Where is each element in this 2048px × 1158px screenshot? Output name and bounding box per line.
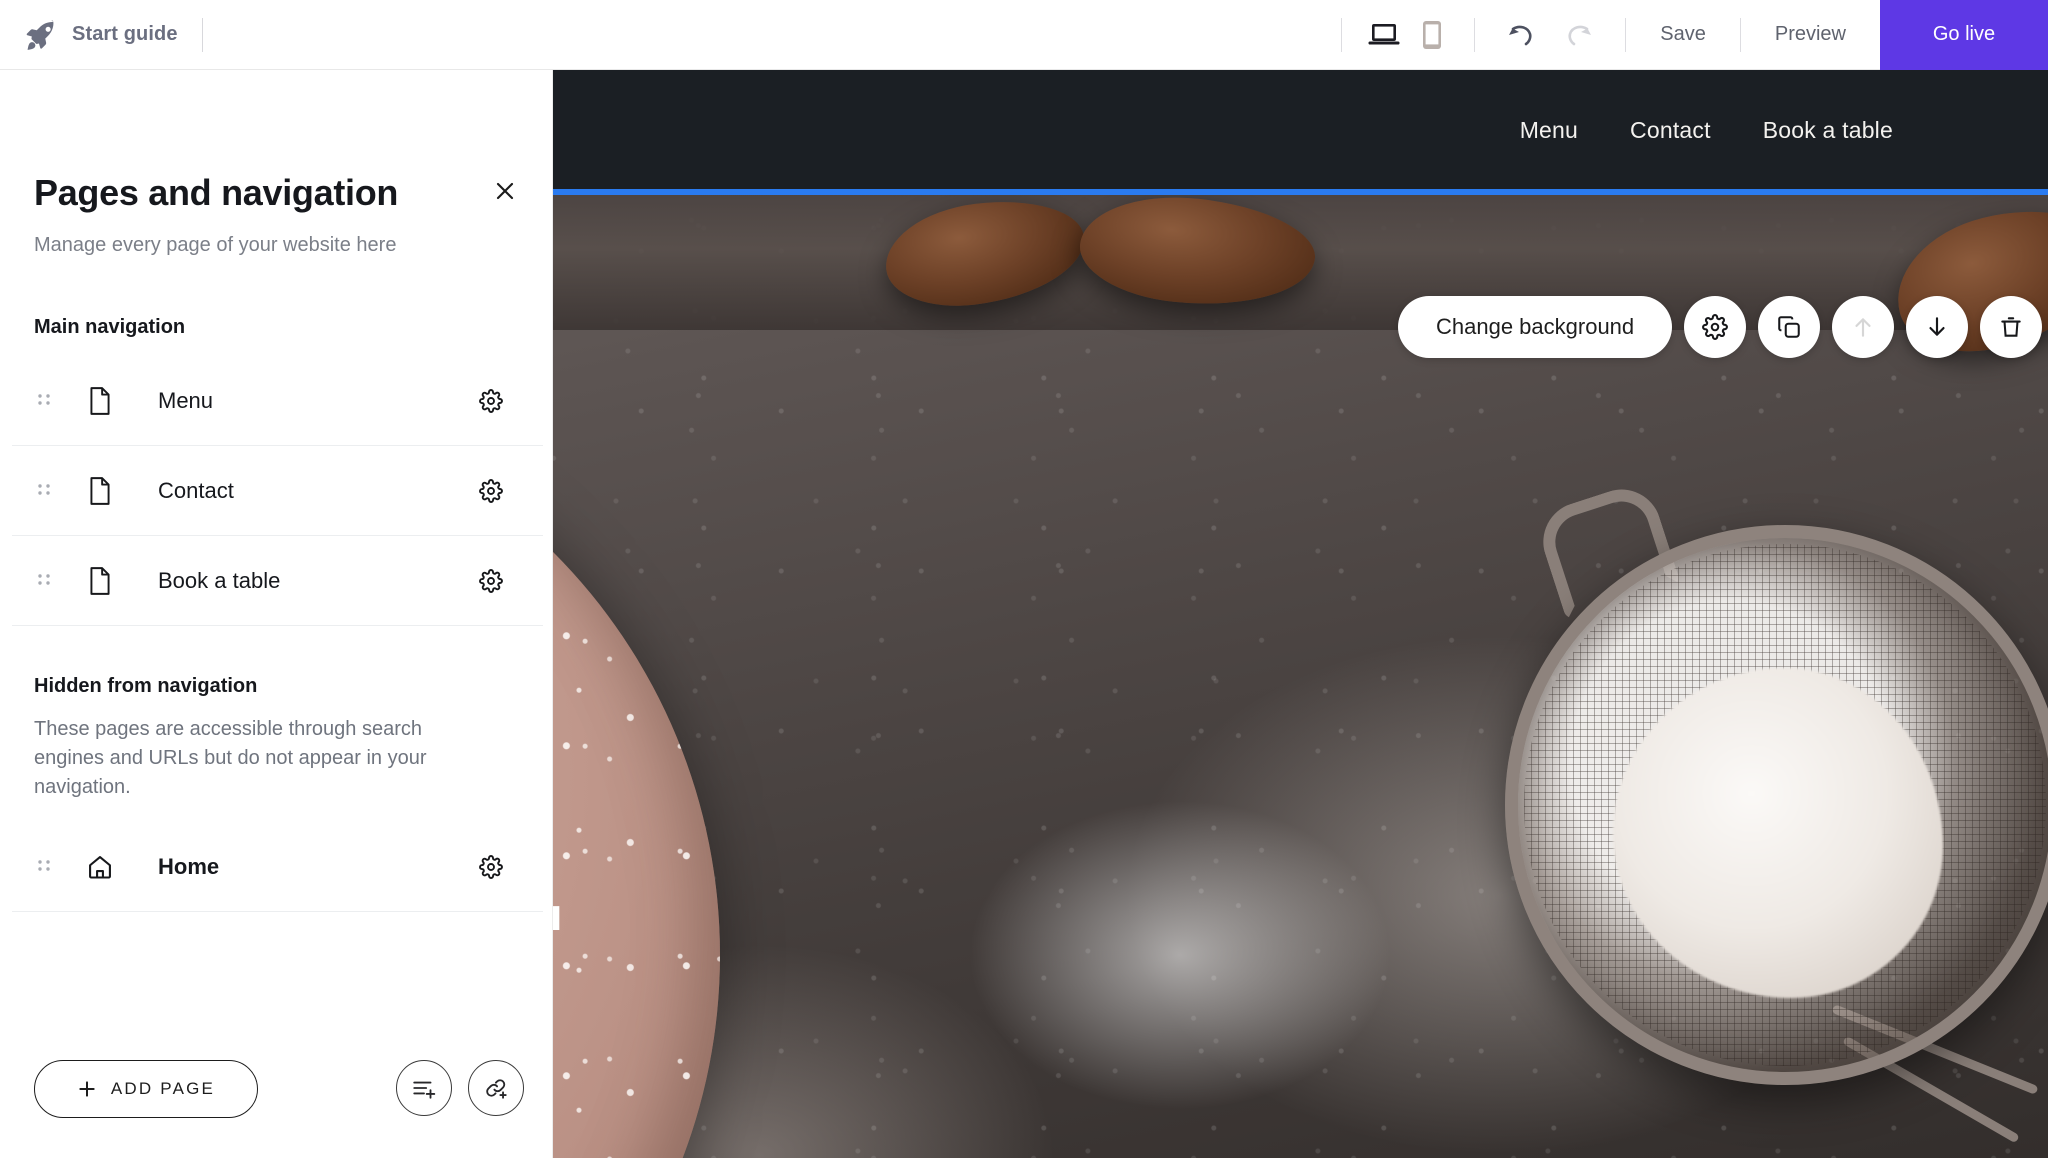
- page-settings-button[interactable]: [473, 473, 509, 509]
- drag-handle-icon[interactable]: [24, 480, 64, 502]
- panel-subtitle: Manage every page of your website here: [34, 234, 397, 256]
- add-link-button[interactable]: [468, 1060, 524, 1116]
- duplicate-section-button[interactable]: [1758, 296, 1821, 358]
- mobile-view-button[interactable]: [1412, 15, 1452, 55]
- drag-handle-icon[interactable]: [24, 856, 64, 878]
- section-toolbar: Change background: [1398, 296, 2043, 358]
- preview-button[interactable]: Preview: [1741, 0, 1880, 70]
- save-button[interactable]: Save: [1626, 0, 1740, 70]
- drag-dots-icon: [38, 483, 50, 495]
- plus-icon: [79, 1081, 95, 1097]
- page-label: Contact: [158, 477, 234, 503]
- pages-and-navigation-panel: Pages and navigation Manage every page o…: [0, 70, 553, 1158]
- gear-icon: [479, 568, 503, 593]
- site-nav-link-book-a-table[interactable]: Book a table: [1763, 117, 1893, 144]
- site-nav-link-contact[interactable]: Contact: [1630, 117, 1711, 144]
- arrow-down-icon: [1929, 317, 1945, 336]
- close-icon: [496, 182, 514, 200]
- gear-icon: [479, 478, 503, 503]
- add-link-icon: [486, 1079, 507, 1099]
- drag-handle-icon[interactable]: [24, 570, 64, 592]
- page-label: Home: [158, 853, 220, 879]
- panel-title: Pages and navigation: [34, 172, 399, 213]
- close-panel-button[interactable]: [487, 173, 523, 209]
- redo-arrow-icon: [1568, 25, 1592, 45]
- page-settings-button[interactable]: [473, 563, 509, 599]
- hidden-navigation-heading: Hidden from navigation: [34, 675, 258, 697]
- site-navigation: Menu Contact Book a table: [1520, 117, 1893, 144]
- gear-icon: [1702, 314, 1729, 340]
- section-settings-button[interactable]: [1684, 296, 1747, 358]
- page-row-menu[interactable]: Menu: [12, 356, 543, 446]
- drag-dots-icon: [38, 573, 50, 585]
- topbar-divider: [201, 17, 203, 52]
- panel-footer: ADD PAGE: [0, 1020, 553, 1158]
- document-icon: [78, 476, 122, 506]
- page-label: Menu: [158, 387, 214, 413]
- laptop-icon: [1368, 23, 1400, 44]
- go-live-button[interactable]: Go live: [1880, 0, 2048, 70]
- drag-dots-icon: [38, 393, 50, 405]
- main-navigation-page-list: Menu Contact Book a table: [12, 356, 543, 626]
- page-row-book-a-table[interactable]: Book a table: [12, 536, 543, 626]
- editor-topbar: Start guide Save Preview Go live: [0, 0, 2048, 70]
- change-background-button[interactable]: Change background: [1398, 296, 1673, 358]
- page-label: Book a table: [158, 567, 281, 593]
- add-list-icon: [413, 1081, 436, 1099]
- trash-icon: [2001, 317, 2021, 337]
- add-page-label: ADD PAGE: [110, 1079, 216, 1098]
- drag-dots-icon: [38, 859, 50, 871]
- delete-section-button[interactable]: [1980, 296, 2043, 358]
- move-section-down-button[interactable]: [1906, 296, 1969, 358]
- history-group: [1475, 17, 1625, 53]
- home-icon: [78, 853, 122, 881]
- sieve-ring: [1505, 525, 2048, 1085]
- site-nav-link-menu[interactable]: Menu: [1520, 117, 1578, 144]
- page-row-home[interactable]: Home: [12, 822, 543, 912]
- gear-icon: [479, 388, 503, 413]
- mobile-icon: [1423, 20, 1442, 49]
- topbar-right: Save Preview Go live: [1341, 0, 2048, 70]
- flour-sieve: [1485, 479, 2048, 1155]
- rocket-icon: [24, 18, 58, 52]
- add-page-button[interactable]: ADD PAGE: [34, 1060, 258, 1118]
- topbar-left: Start guide: [0, 0, 203, 69]
- document-icon: [78, 386, 122, 416]
- footer-icon-group: [396, 1060, 524, 1116]
- hidden-page-list: Home: [12, 822, 543, 912]
- hidden-navigation-description: These pages are accessible through searc…: [34, 718, 427, 798]
- device-preview-group: [1342, 15, 1474, 55]
- redo-button[interactable]: [1559, 17, 1599, 53]
- move-section-up-button[interactable]: [1832, 296, 1895, 358]
- duplicate-icon: [1778, 316, 1800, 338]
- undo-button[interactable]: [1501, 17, 1541, 53]
- page-settings-button[interactable]: [473, 849, 509, 885]
- desktop-view-button[interactable]: [1364, 15, 1404, 55]
- drag-handle-icon[interactable]: [24, 390, 64, 412]
- page-settings-button[interactable]: [473, 383, 509, 419]
- document-icon: [78, 566, 122, 596]
- add-section-button[interactable]: [396, 1060, 452, 1116]
- main-navigation-heading: Main navigation: [34, 316, 186, 338]
- gear-icon: [479, 854, 503, 879]
- start-guide-label: Start guide: [72, 23, 178, 45]
- arrow-up-icon: [1855, 318, 1871, 337]
- undo-arrow-icon: [1509, 25, 1532, 45]
- page-row-contact[interactable]: Contact: [12, 446, 543, 536]
